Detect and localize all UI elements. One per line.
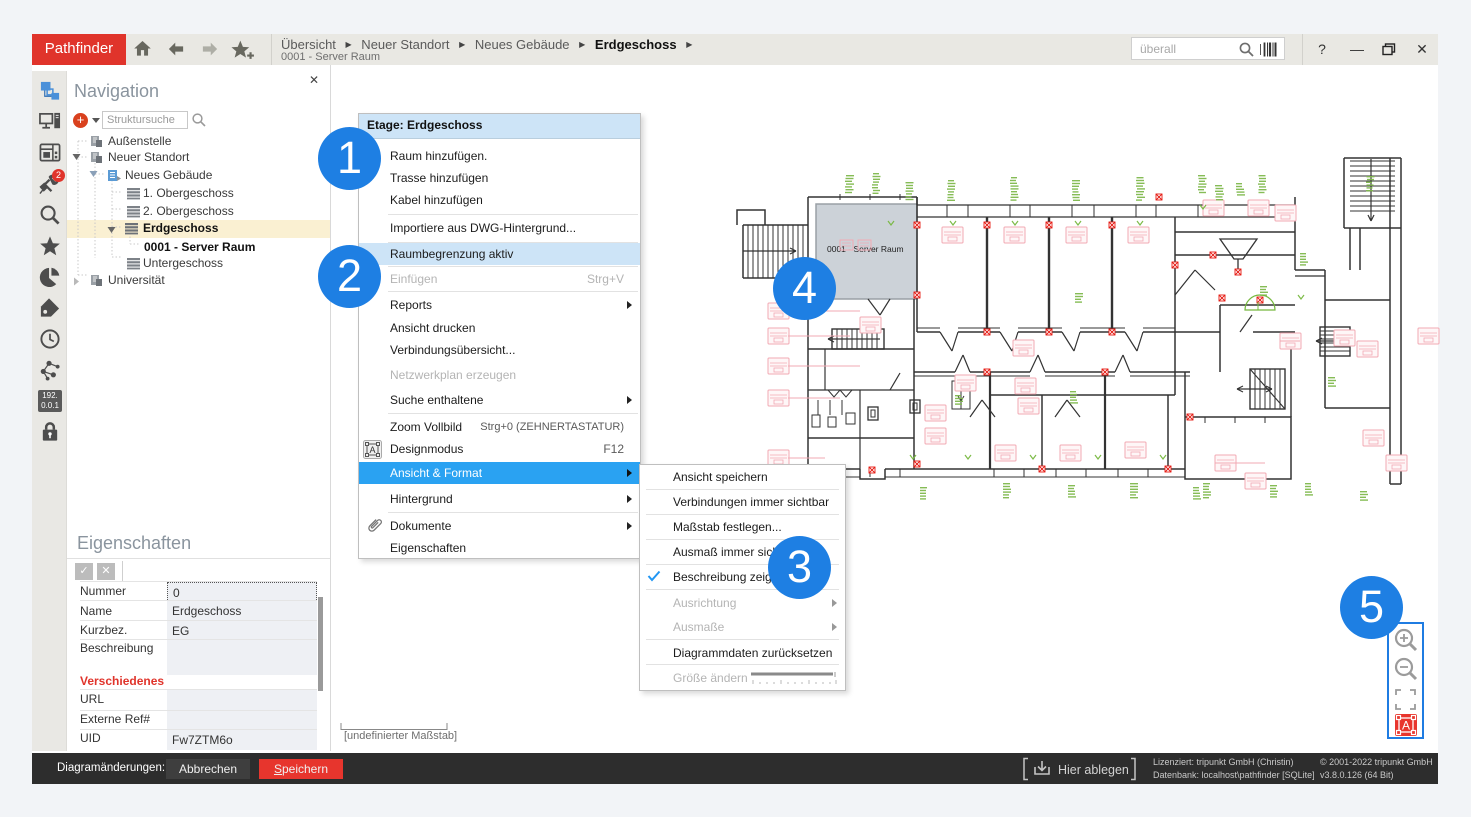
- svg-text:Hier ablegen: Hier ablegen: [1058, 763, 1129, 777]
- svg-text:A: A: [370, 445, 376, 455]
- svg-text:A: A: [1402, 719, 1410, 733]
- svg-text:0001 - Server Raum: 0001 - Server Raum: [827, 244, 904, 254]
